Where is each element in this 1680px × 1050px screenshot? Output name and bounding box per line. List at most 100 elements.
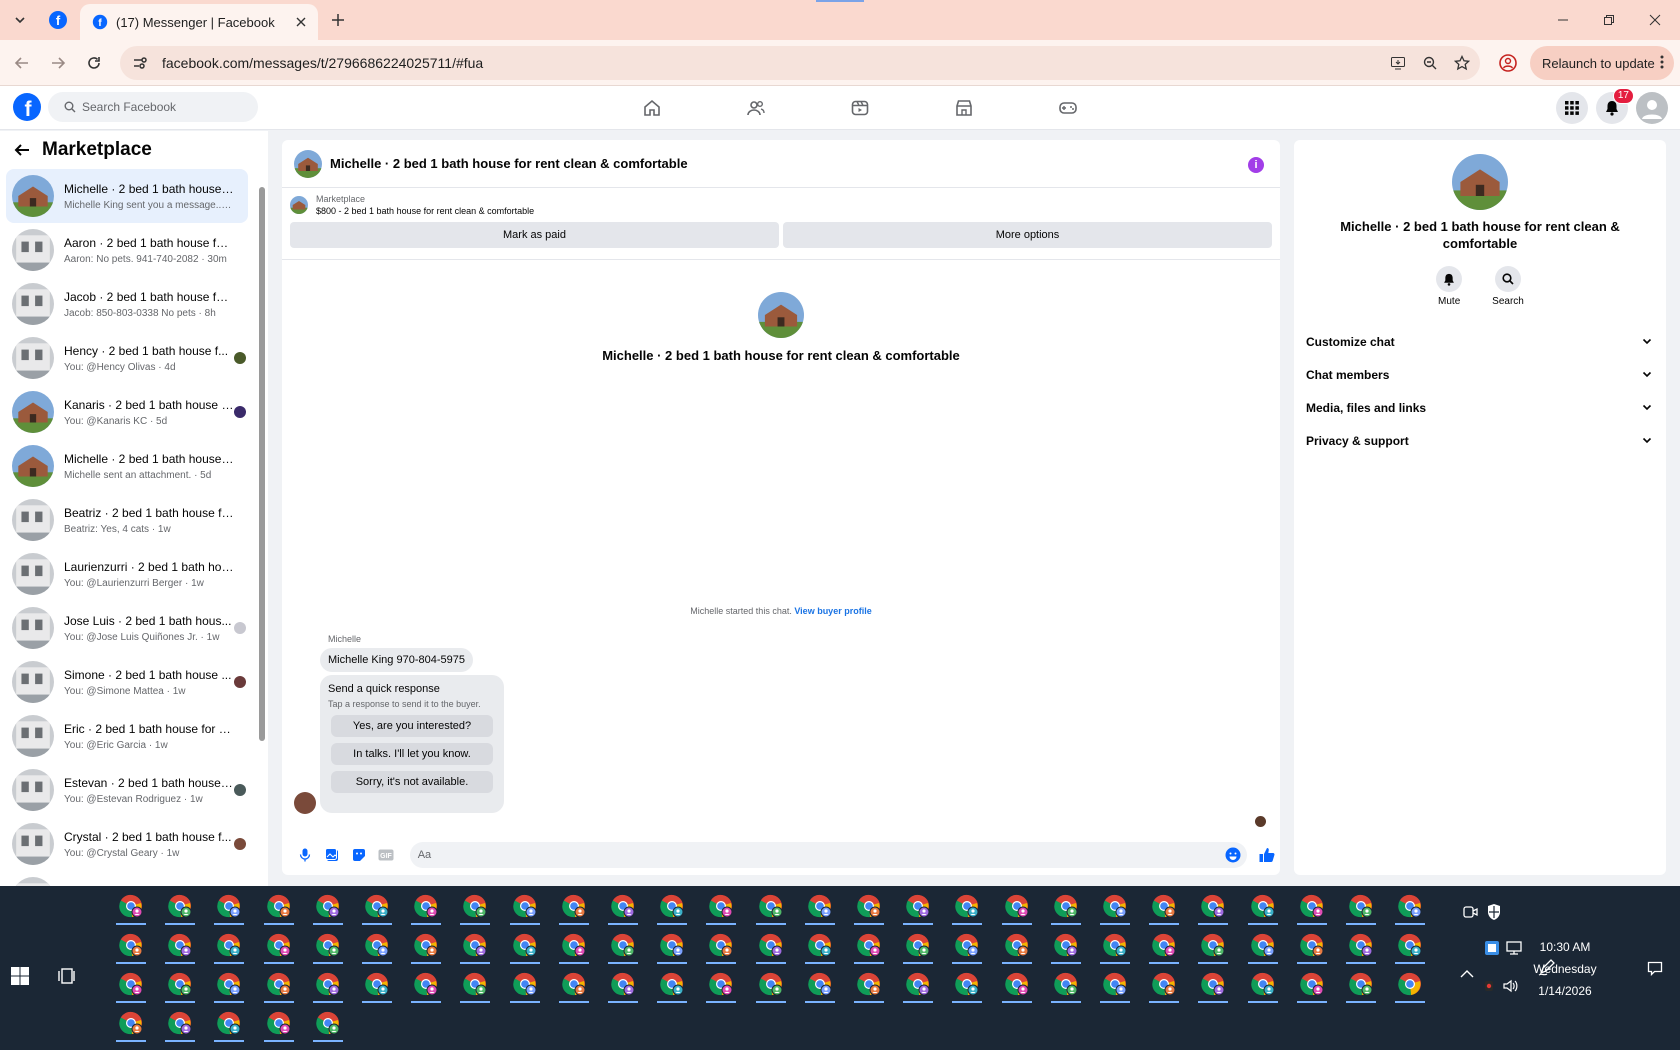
chrome-app-icon[interactable] (1190, 925, 1236, 965)
facebook-search-input[interactable]: Search Facebook (48, 92, 258, 122)
task-view-icon[interactable] (58, 966, 86, 994)
back-button[interactable] (8, 49, 36, 77)
chrome-app-icon[interactable] (1092, 964, 1138, 1004)
thumbs-up-icon[interactable] (1253, 843, 1280, 867)
scrollbar-thumb[interactable] (259, 187, 265, 741)
chrome-app-icon[interactable] (1289, 964, 1335, 1004)
mute-button[interactable]: Mute (1436, 266, 1463, 307)
search-in-chat-button[interactable]: Search (1492, 266, 1524, 307)
info-icon[interactable]: i (1248, 157, 1264, 173)
chrome-app-icon[interactable] (1092, 925, 1138, 965)
chrome-app-icon[interactable] (452, 925, 498, 965)
chrome-app-icon[interactable] (1240, 925, 1286, 965)
chrome-app-icon[interactable] (305, 925, 351, 965)
listing-title[interactable]: $800 - 2 bed 1 bath house for rent clean… (316, 206, 534, 216)
chrome-app-icon[interactable] (600, 886, 646, 926)
section-privacy-support[interactable]: Privacy & support (1294, 424, 1666, 457)
chrome-app-icon[interactable] (551, 886, 597, 926)
conversation-item[interactable]: Eric · 2 bed 1 bath house for ren... You:… (6, 709, 248, 763)
sticker-icon[interactable] (346, 843, 373, 867)
chrome-app-icon[interactable] (1141, 925, 1187, 965)
address-bar[interactable]: facebook.com/messages/t/2796686224025711… (120, 46, 1480, 80)
chrome-app-icon[interactable] (895, 964, 941, 1004)
chrome-app-icon[interactable] (551, 964, 597, 1004)
chrome-app-icon[interactable] (994, 964, 1040, 1004)
chrome-app-icon[interactable] (206, 925, 252, 965)
chrome-app-icon[interactable] (256, 925, 302, 965)
chrome-app-icon[interactable] (797, 925, 843, 965)
chrome-app-icon[interactable] (108, 1003, 154, 1043)
chrome-app-icon[interactable] (1043, 925, 1089, 965)
chrome-app-icon[interactable] (206, 1003, 252, 1043)
nav-marketplace-icon[interactable] (912, 86, 1016, 130)
chrome-app-icon[interactable] (403, 925, 449, 965)
chrome-app-icon[interactable] (748, 964, 794, 1004)
sender-avatar[interactable] (294, 792, 316, 814)
microphone-icon[interactable] (292, 843, 319, 867)
taskbar-clock[interactable]: 10:30 AM Wednesday 1/14/2026 (1515, 936, 1615, 1002)
chrome-app-icon[interactable] (649, 964, 695, 1004)
section-chat-members[interactable]: Chat members (1294, 358, 1666, 391)
mark-as-paid-button[interactable]: Mark as paid (290, 222, 779, 248)
view-buyer-profile-link[interactable]: View buyer profile (794, 606, 871, 616)
url-text[interactable]: facebook.com/messages/t/2796686224025711… (162, 55, 1384, 71)
chrome-app-icon[interactable] (600, 925, 646, 965)
emoji-icon[interactable] (1225, 847, 1241, 866)
chrome-app-icon[interactable] (108, 925, 154, 965)
chrome-app-icon[interactable] (649, 886, 695, 926)
notifications-button[interactable]: 17 (1596, 88, 1634, 124)
conversation-item[interactable]: Beatriz · 2 bed 1 bath house for ... Beat… (6, 493, 248, 547)
chrome-app-icon[interactable] (1289, 886, 1335, 926)
conversation-item[interactable]: Estevan · 2 bed 1 bath house ... You: @Es… (6, 763, 248, 817)
conversation-item[interactable]: Jacob · 2 bed 1 bath house for r... Jacob… (6, 277, 248, 331)
chrome-app-icon[interactable] (157, 1003, 203, 1043)
windows-start-icon[interactable] (10, 966, 38, 994)
account-avatar[interactable] (1636, 92, 1668, 124)
chrome-app-icon[interactable] (895, 925, 941, 965)
chrome-app-icon[interactable] (1338, 964, 1384, 1004)
chrome-app-icon[interactable] (256, 886, 302, 926)
chrome-app-icon[interactable] (1289, 925, 1335, 965)
gif-icon[interactable]: GIF (373, 843, 400, 867)
chrome-app-icon[interactable] (305, 964, 351, 1004)
chrome-app-icon[interactable] (1338, 925, 1384, 965)
chrome-app-icon[interactable] (157, 964, 203, 1004)
chrome-app-icon[interactable] (1141, 886, 1187, 926)
chrome-app-icon[interactable] (797, 886, 843, 926)
chrome-app-icon[interactable] (256, 1003, 302, 1043)
chrome-app-icon[interactable] (698, 964, 744, 1004)
chrome-app-icon[interactable] (1092, 886, 1138, 926)
relaunch-to-update-button[interactable]: Relaunch to update (1530, 46, 1674, 80)
chrome-app-icon[interactable] (1387, 886, 1433, 926)
section-customize-chat[interactable]: Customize chat (1294, 325, 1666, 358)
chrome-app-icon[interactable] (1240, 886, 1286, 926)
conversation-item[interactable]: Jose Luis · 2 bed 1 bath hous... You: @Jo… (6, 601, 248, 655)
facebook-pinned-tab[interactable]: f (48, 10, 68, 30)
chrome-app-icon[interactable] (108, 964, 154, 1004)
conversation-item[interactable]: Janique · 2 bed 1 bath house fo... (6, 871, 248, 886)
site-info-icon[interactable] (126, 49, 154, 77)
show-hidden-icons-chevron-icon[interactable] (1460, 968, 1474, 982)
chrome-app-icon[interactable] (649, 925, 695, 965)
conversation-item[interactable]: Laurienzurri · 2 bed 1 bath hous... You: … (6, 547, 248, 601)
chrome-app-icon[interactable] (846, 964, 892, 1004)
chrome-app-icon[interactable] (1387, 925, 1433, 965)
chrome-app-icon[interactable] (354, 886, 400, 926)
restore-button[interactable] (1586, 0, 1632, 40)
chrome-app-icon[interactable] (256, 964, 302, 1004)
chrome-app-icon[interactable] (157, 925, 203, 965)
message-bubble[interactable]: Michelle King 970-804-5975 (320, 648, 473, 672)
tab-messenger[interactable]: f (17) Messenger | Facebook (80, 4, 318, 40)
section-media-files-links[interactable]: Media, files and links (1294, 391, 1666, 424)
conversation-item[interactable]: Simone · 2 bed 1 bath house ... You: @Sim… (6, 655, 248, 709)
chrome-app-icon[interactable] (994, 886, 1040, 926)
conversation-item[interactable]: Hency · 2 bed 1 bath house f... You: @Hen… (6, 331, 248, 385)
chrome-app-icon[interactable] (1240, 964, 1286, 1004)
install-app-icon[interactable] (1384, 49, 1412, 77)
chrome-app-icon[interactable] (698, 886, 744, 926)
quick-response-option[interactable]: Sorry, it's not available. (331, 771, 493, 793)
tray-app-icon[interactable] (1484, 940, 1500, 959)
chrome-app-icon[interactable] (1190, 886, 1236, 926)
chrome-app-icon[interactable] (157, 886, 203, 926)
chrome-app-icon[interactable] (895, 886, 941, 926)
